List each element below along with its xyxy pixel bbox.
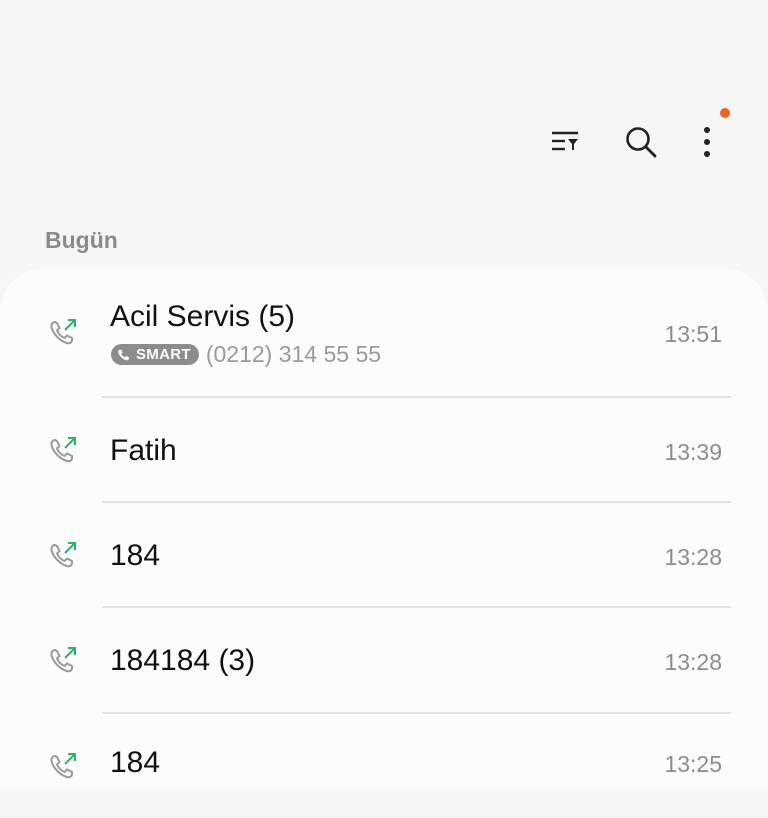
smart-badge-label: SMART: [136, 346, 191, 363]
call-log-row[interactable]: 184 13:25: [0, 714, 768, 818]
call-log-card: Acil Servis (5) SMART (0212) 314 55 55 1…: [0, 268, 768, 788]
phone-icon: [118, 349, 129, 360]
contact-name: 184: [110, 746, 161, 779]
search-button[interactable]: [617, 118, 665, 166]
phone-number: (0212) 314 55 55: [205, 341, 382, 367]
contact-name: 184: [110, 539, 161, 572]
notification-dot: [720, 108, 730, 118]
contact-name: Acil Servis (5): [110, 300, 296, 333]
outgoing-call-icon: [50, 437, 76, 463]
filter-button[interactable]: [541, 118, 589, 166]
section-header-today: Bugün: [45, 227, 118, 253]
more-options-button[interactable]: [683, 118, 731, 166]
call-log-row[interactable]: 184 13:28: [0, 503, 768, 607]
filter-icon: [552, 131, 578, 151]
outgoing-call-icon: [50, 319, 76, 345]
more-options-icon: [704, 127, 710, 157]
outgoing-call-icon: [50, 647, 76, 673]
search-icon: [626, 127, 657, 158]
contact-name: 184184 (3): [110, 644, 256, 677]
call-log-row[interactable]: Fatih 13:39: [0, 398, 768, 502]
outgoing-call-icon: [50, 753, 76, 779]
contact-name: Fatih: [110, 434, 177, 467]
call-time: 13:25: [664, 751, 722, 777]
call-time: 13:28: [664, 649, 722, 675]
outgoing-call-icon: [50, 542, 76, 568]
call-time: 13:51: [664, 321, 722, 347]
call-time: 13:39: [664, 439, 722, 465]
call-log-row[interactable]: Acil Servis (5) SMART (0212) 314 55 55 1…: [0, 268, 768, 396]
call-time: 13:28: [664, 544, 722, 570]
call-subinfo: SMART (0212) 314 55 55: [111, 341, 381, 368]
call-log-row[interactable]: 184184 (3) 13:28: [0, 608, 768, 712]
toolbar: [0, 118, 768, 166]
smart-badge: SMART: [111, 344, 199, 365]
